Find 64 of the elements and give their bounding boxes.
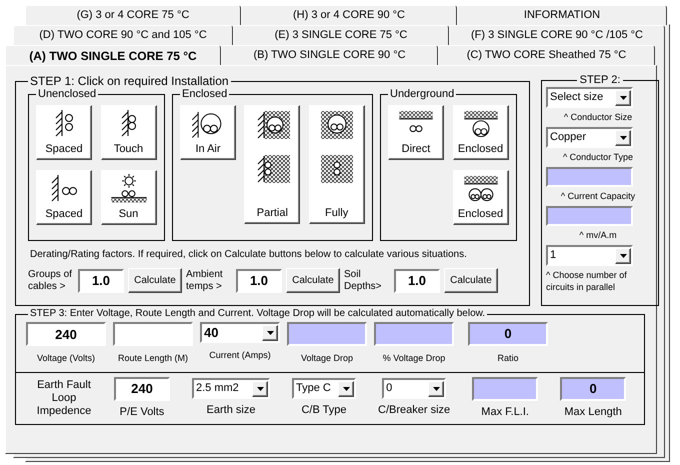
field-caption: ^ Conductor Type xyxy=(562,151,634,164)
tab[interactable]: (D) TWO CORE 90 °C and 105 °C xyxy=(13,25,233,45)
installation-button[interactable]: Enclosed xyxy=(452,105,508,160)
section-title: STEP 1: Click on required Installation xyxy=(29,74,230,88)
installation-button[interactable]: Spaced xyxy=(36,170,92,225)
calculate-button[interactable]: Calculate xyxy=(444,268,498,293)
dropdown-field[interactable]: 2.5 mm2 xyxy=(192,378,270,399)
derating-note: Derating/Rating factors. If required, click on Calculate buttons below to calculate various situations. xyxy=(30,248,468,262)
group-title: Unenclosed xyxy=(37,88,98,101)
field-label: Earth size xyxy=(206,403,256,418)
field-caption: ^ Current Capacity xyxy=(560,190,636,203)
section-title: Earth Fault Loop Impedence xyxy=(36,378,92,418)
field-label: Max Length xyxy=(564,404,622,420)
field-label: Voltage Drop xyxy=(300,352,354,365)
group-title: Underground xyxy=(389,88,456,101)
tab[interactable]: (E) 3 SINGLE CORE 75 °C xyxy=(233,25,449,45)
result-field: 0 xyxy=(468,322,548,346)
tab[interactable]: (F) 3 SINGLE CORE 90 °C /105 °C xyxy=(449,25,665,45)
tab[interactable]: (A) TWO SINGLE CORE 75 °C xyxy=(5,45,221,66)
calculate-button[interactable]: Calculate xyxy=(128,268,182,293)
section-title: STEP 2: xyxy=(578,74,622,87)
calculate-button[interactable]: Calculate xyxy=(286,268,340,293)
tab[interactable]: (H) 3 or 4 CORE 90 °C xyxy=(241,5,457,25)
field-label: P/E Volts xyxy=(120,404,164,420)
factor-label: Groups of cables > xyxy=(28,268,73,292)
tab[interactable]: (C) TWO CORE Sheathed 75 °C xyxy=(438,45,655,65)
field-label: Voltage (Volts) xyxy=(36,352,96,365)
field-label: Route Length (M) xyxy=(118,352,188,365)
dropdown-field[interactable]: 0 xyxy=(382,378,446,399)
field-label: C/Breaker size xyxy=(378,403,450,418)
field-label: C/B Type xyxy=(301,403,347,418)
installation-button[interactable]: Direct xyxy=(388,105,444,160)
field-label: Ratio xyxy=(497,352,518,365)
dropdown-field[interactable]: Select size xyxy=(546,87,633,108)
input-field[interactable]: 240 xyxy=(114,376,170,400)
factor-field[interactable]: 1.0 xyxy=(78,268,124,292)
installation-button[interactable]: Sun xyxy=(100,170,156,225)
field-caption: ^ Choose number of circuits in parallel xyxy=(546,269,628,293)
installation-button[interactable]: In Air xyxy=(180,105,236,160)
section-title: STEP 3: Enter Voltage, Route Length and Current. Voltage Drop will be calculated automatically below. xyxy=(29,308,486,320)
factor-label: Ambient temps > xyxy=(186,268,224,292)
tab[interactable]: INFORMATION xyxy=(457,5,667,25)
factor-field[interactable]: 1.0 xyxy=(394,268,440,292)
group-title: Enclosed xyxy=(181,88,228,101)
field-label: Max F.L.I. xyxy=(481,404,529,420)
dropdown-field[interactable]: 1 xyxy=(546,245,633,266)
field-label: % Voltage Drop xyxy=(382,352,446,365)
field-caption: ^ mv/A.m xyxy=(578,229,618,242)
installation-button[interactable]: Spaced xyxy=(36,105,92,160)
installation-button[interactable]: Partial xyxy=(244,105,300,224)
factor-label: Soil Depths> xyxy=(344,268,383,292)
factor-field[interactable]: 1.0 xyxy=(236,268,282,292)
input-field[interactable]: 240 xyxy=(26,322,106,346)
result-field: 0 xyxy=(560,376,626,400)
tab[interactable]: (B) TWO SINGLE CORE 90 °C xyxy=(221,45,438,65)
installation-button[interactable]: Touch xyxy=(100,105,156,160)
tab[interactable]: (G) 3 or 4 CORE 75 °C xyxy=(25,5,241,25)
field-caption: ^ Conductor Size xyxy=(562,111,634,124)
installation-button[interactable]: Enclosed xyxy=(452,170,508,225)
field-label: Current (Amps) xyxy=(209,349,271,362)
dropdown-field[interactable]: Type C xyxy=(292,378,356,399)
installation-button[interactable]: Fully xyxy=(308,105,365,224)
dropdown-field[interactable]: 40 xyxy=(200,322,280,343)
dropdown-field[interactable]: Copper xyxy=(546,127,633,148)
